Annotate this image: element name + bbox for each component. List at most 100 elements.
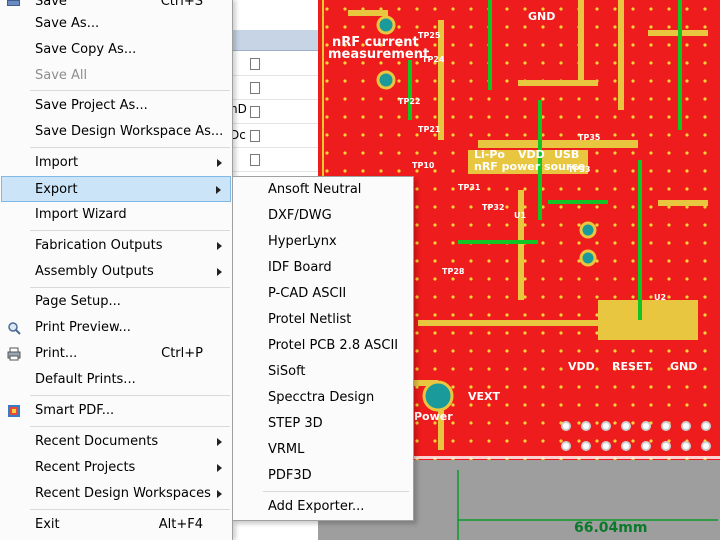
menu-item-label: SiSoft: [268, 364, 306, 379]
export-item-step-3d[interactable]: STEP 3D: [234, 411, 412, 437]
panel-row[interactable]: Dc: [226, 123, 321, 148]
menu-item-recent-projects[interactable]: Recent Projects: [1, 455, 231, 481]
menu-item-import-wizard[interactable]: Import Wizard: [1, 202, 231, 228]
menu-item-label: Import: [35, 155, 79, 170]
panel-row[interactable]: [226, 75, 321, 100]
pcb-label: TP33: [568, 165, 590, 174]
document-icon: [250, 130, 260, 142]
pcb-label: TP35: [578, 133, 601, 142]
pcb-label: U1: [514, 211, 526, 220]
pcb-label: U2: [654, 293, 666, 302]
export-item-pdf3d[interactable]: PDF3D: [234, 463, 412, 489]
panel-row[interactable]: [226, 51, 321, 76]
export-item-hyperlynx[interactable]: HyperLynx: [234, 229, 412, 255]
menu-item-save-project-as[interactable]: Save Project As...: [1, 93, 231, 119]
menu-item-label: Save As...: [35, 16, 100, 31]
menu-item-label: Protel Netlist: [268, 312, 352, 327]
menu-item-save-design-workspace-as[interactable]: Save Design Workspace As...: [1, 119, 231, 145]
pcb-label: TP28: [442, 267, 465, 276]
menu-item-label: Recent Projects: [35, 460, 136, 475]
pcb-label: TP21: [418, 125, 441, 134]
pcb-label: measurement: [328, 47, 429, 62]
menu-separator: [30, 147, 230, 148]
menu-item-label: Save All: [35, 68, 88, 83]
menu-item-fabrication-outputs[interactable]: Fabrication Outputs: [1, 233, 231, 259]
pcb-label: TP31: [458, 183, 481, 192]
menu-separator: [30, 90, 230, 91]
pcb-label: TP32: [482, 203, 504, 212]
submenu-arrow-icon: [217, 438, 222, 446]
export-item-idf-board[interactable]: IDF Board: [234, 255, 412, 281]
menu-item-print-preview[interactable]: Print Preview...: [1, 315, 231, 341]
submenu-arrow-icon: [217, 490, 222, 498]
menu-item-label: Fabrication Outputs: [35, 238, 163, 253]
menu-item-label: Print Preview...: [35, 320, 131, 335]
menu-item-assembly-outputs[interactable]: Assembly Outputs: [1, 259, 231, 285]
pcb-label: RESET: [612, 360, 651, 373]
menu-item-label: Protel PCB 2.8 ASCII: [268, 338, 399, 353]
menu-item-label: HyperLynx: [268, 234, 337, 249]
menu-item-print[interactable]: Print... Ctrl+P: [1, 341, 231, 367]
menu-separator: [30, 426, 230, 427]
menu-item-save-all[interactable]: Save All: [1, 63, 231, 89]
menu-item-recent-design-workspaces[interactable]: Recent Design Workspaces: [1, 481, 231, 507]
menu-item-save-copy-as[interactable]: Save Copy As...: [1, 37, 231, 63]
export-item-p-cad-ascii[interactable]: P-CAD ASCII: [234, 281, 412, 307]
menu-item-default-prints[interactable]: Default Prints...: [1, 367, 231, 393]
menu-item-shortcut: Alt+F4: [158, 517, 203, 532]
panel-row[interactable]: nD: [226, 99, 321, 124]
menu-separator: [263, 491, 409, 492]
menu-item-shortcut: Ctrl+P: [161, 346, 203, 361]
menu-item-recent-documents[interactable]: Recent Documents: [1, 429, 231, 455]
menu-item-label: Recent Documents: [35, 434, 159, 449]
pcb-label: TP22: [398, 97, 420, 106]
menu-item-import[interactable]: Import: [1, 150, 231, 176]
printer-icon: [7, 347, 21, 361]
document-icon: [250, 154, 260, 166]
submenu-arrow-icon: [217, 268, 222, 276]
menu-item-label: Default Prints...: [35, 372, 136, 387]
export-item-protel-pcb-ascii[interactable]: Protel PCB 2.8 ASCII: [234, 333, 412, 359]
export-item-sisoft[interactable]: SiSoft: [234, 359, 412, 385]
menu-item-export[interactable]: Export: [1, 176, 231, 202]
panel-row[interactable]: [226, 147, 321, 172]
menu-item-label: Export: [35, 182, 78, 197]
menu-separator: [30, 509, 230, 510]
export-item-specctra-design[interactable]: Specctra Design: [234, 385, 412, 411]
menu-item-label: DXF/DWG: [268, 208, 332, 223]
menu-item-label: Smart PDF...: [35, 403, 115, 418]
menu-item-save-as[interactable]: Save As...: [1, 11, 231, 37]
menu-separator: [30, 287, 230, 288]
projects-panel-header: [226, 30, 321, 51]
pcb-label: Power: [414, 410, 453, 423]
dimension-label: 66.04mm: [574, 520, 647, 536]
menu-item-label: Page Setup...: [35, 294, 121, 309]
export-item-vrml[interactable]: VRML: [234, 437, 412, 463]
menu-item-label: Add Exporter...: [268, 499, 365, 514]
menu-item-label: Ansoft Neutral: [268, 182, 362, 197]
menu-item-label: Save Design Workspace As...: [35, 124, 224, 139]
export-item-ansoft-neutral[interactable]: Ansoft Neutral: [234, 177, 412, 203]
pcb-label: GND: [670, 360, 697, 373]
pcb-label: GND: [528, 10, 555, 23]
save-icon: [7, 0, 20, 6]
menu-item-label: Save Project As...: [35, 98, 148, 113]
export-item-dxf-dwg[interactable]: DXF/DWG: [234, 203, 412, 229]
pcb-label: TP25: [418, 31, 441, 40]
export-item-add-exporter[interactable]: Add Exporter...: [234, 494, 412, 520]
menu-item-label: STEP 3D: [268, 416, 323, 431]
menu-item-label: Import Wizard: [35, 207, 127, 222]
menu-separator: [30, 395, 230, 396]
menu-separator: [30, 230, 230, 231]
menu-item-page-setup[interactable]: Page Setup...: [1, 289, 231, 315]
document-icon: [250, 106, 260, 118]
menu-item-label: Specctra Design: [268, 390, 375, 405]
submenu-arrow-icon: [217, 464, 222, 472]
print-preview-icon: [8, 322, 21, 335]
submenu-arrow-icon: [217, 242, 222, 250]
menu-item-label: Save Copy As...: [35, 42, 137, 57]
menu-item-exit[interactable]: Exit Alt+F4: [1, 512, 231, 538]
menu-item-smart-pdf[interactable]: Smart PDF...: [1, 398, 231, 424]
menu-item-label: Assembly Outputs: [35, 264, 154, 279]
export-item-protel-netlist[interactable]: Protel Netlist: [234, 307, 412, 333]
